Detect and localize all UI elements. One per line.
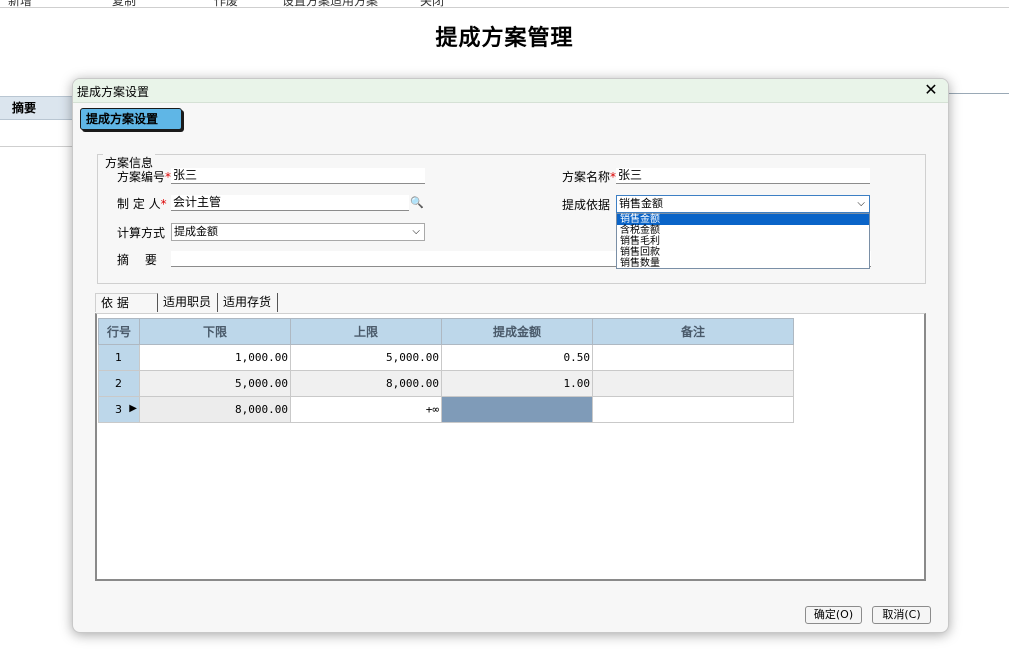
upper-limit-cell[interactable]: +∞ [290, 396, 442, 423]
calc-method-label: 计算方式 [117, 226, 166, 240]
menu-item-void[interactable]: 作废 [214, 0, 238, 7]
lower-limit-cell[interactable]: 8,000.00 [139, 396, 291, 423]
table-row: 3 ▶ 8,000.00 +∞ [98, 396, 794, 423]
note-cell[interactable] [592, 370, 794, 397]
basis-select[interactable]: 销售金额 ⌵ [616, 195, 870, 213]
scheme-name-input[interactable]: 张三 [616, 168, 870, 184]
close-icon[interactable]: ✕ [922, 81, 940, 99]
table-row: 2 5,000.00 8,000.00 1.00 [98, 370, 794, 397]
maker-label: 制 定 人* [117, 197, 167, 211]
search-icon[interactable]: 🔍 [409, 195, 425, 211]
tiers-grid-panel: 行号 下限 上限 提成金额 备注 1 1,000.00 5,000.00 0.5… [95, 313, 926, 581]
menu-item-new[interactable]: 新增 [8, 0, 32, 7]
ok-button[interactable]: 确定(O) [805, 606, 862, 624]
note-cell[interactable] [592, 344, 794, 371]
summary-label: 摘 要 [117, 253, 157, 267]
basis-option-collection[interactable]: 销售回款 [617, 247, 869, 258]
tab-staff[interactable]: 适用职员 [158, 293, 218, 312]
chevron-down-icon[interactable]: ⌵ [857, 196, 865, 212]
basis-option-gross-profit[interactable]: 销售毛利 [617, 236, 869, 247]
commission-cell[interactable]: 1.00 [441, 370, 593, 397]
top-menu-bar: 新增 复制 作废 设置方案适用方案 关闭 [0, 0, 1009, 8]
dialog-title: 提成方案设置 [77, 85, 150, 99]
basis-label: 提成依据 [562, 198, 611, 212]
row-pointer-icon: ▶ [129, 403, 137, 414]
row-number: 3 ▶ [98, 396, 140, 423]
column-header-upper-limit[interactable]: 上限 [290, 318, 442, 345]
lower-limit-cell[interactable]: 5,000.00 [139, 370, 291, 397]
calc-method-select[interactable]: 提成金额 ⌵ [171, 223, 425, 241]
calc-method-value: 提成金额 [174, 225, 218, 238]
note-cell[interactable] [592, 396, 794, 423]
commission-cell[interactable]: 0.50 [441, 344, 593, 371]
column-header-rownum[interactable]: 行号 [98, 318, 140, 345]
column-header-lower-limit[interactable]: 下限 [139, 318, 291, 345]
table-row: 1 1,000.00 5,000.00 0.50 [98, 344, 794, 371]
upper-limit-cell[interactable]: 5,000.00 [290, 344, 442, 371]
lower-limit-cell[interactable]: 1,000.00 [139, 344, 291, 371]
commission-cell[interactable] [441, 396, 593, 423]
divider [0, 146, 72, 147]
menu-item-copy[interactable]: 复制 [112, 0, 136, 7]
row-number: 2 [98, 370, 140, 397]
commission-scheme-dialog: 提成方案设置 ✕ 提成方案设置 方案信息 方案编号* 张三 方案名称* 张三 制… [72, 78, 949, 633]
scheme-code-label: 方案编号* [117, 170, 172, 184]
menu-item-close[interactable]: 关闭 [420, 0, 444, 7]
basis-option-sales-amount[interactable]: 销售金额 [617, 214, 869, 225]
basis-dropdown-list: 销售金额 含税金额 销售毛利 销售回款 销售数量 [616, 213, 870, 269]
column-header-commission[interactable]: 提成金额 [441, 318, 593, 345]
basis-selected-value: 销售金额 [619, 197, 663, 210]
basis-option-tax-amount[interactable]: 含税金额 [617, 225, 869, 236]
scheme-settings-button[interactable]: 提成方案设置 [80, 108, 182, 130]
background-summary-header: 摘要 [0, 96, 72, 120]
row-number: 1 [98, 344, 140, 371]
upper-limit-cell[interactable]: 8,000.00 [290, 370, 442, 397]
cancel-button[interactable]: 取消(C) [872, 606, 931, 624]
chevron-down-icon[interactable]: ⌵ [412, 224, 420, 240]
divider [946, 93, 1009, 94]
scheme-name-label: 方案名称* [562, 170, 617, 184]
scheme-code-input[interactable]: 张三 [171, 168, 425, 184]
tiers-table: 行号 下限 上限 提成金额 备注 1 1,000.00 5,000.00 0.5… [98, 318, 794, 423]
column-header-note[interactable]: 备注 [592, 318, 794, 345]
basis-option-quantity[interactable]: 销售数量 [617, 258, 869, 269]
tab-basis[interactable]: 依 据 [95, 293, 158, 312]
page-title: 提成方案管理 [435, 25, 574, 51]
dialog-title-bar: 提成方案设置 ✕ [73, 79, 948, 103]
table-header-row: 行号 下限 上限 提成金额 备注 [98, 318, 794, 345]
menu-item-set-scope[interactable]: 设置方案适用方案 [282, 0, 378, 7]
tab-inventory[interactable]: 适用存货 [218, 293, 278, 312]
maker-input[interactable]: 会计主管 [171, 195, 409, 211]
